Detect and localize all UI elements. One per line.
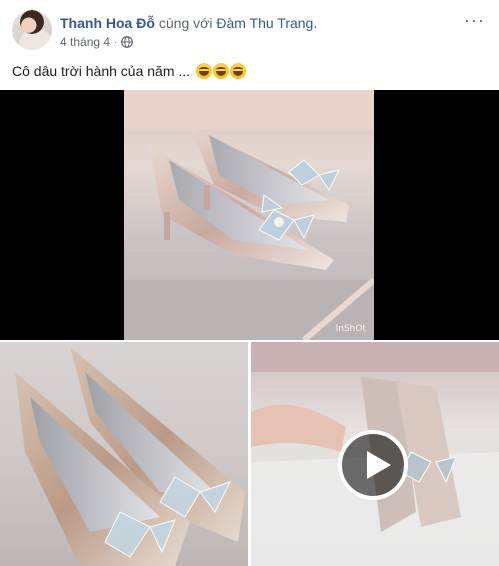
main-media-container: InShOt — [0, 90, 499, 340]
post-caption: Cô dâu trời hành của năm ... — [12, 63, 191, 79]
play-icon[interactable] — [338, 430, 408, 500]
main-photo[interactable]: InShOt — [124, 90, 374, 340]
grinning-sweat-emoji-icon — [230, 63, 247, 79]
shoes-illustration — [124, 90, 374, 340]
tagged-person-link[interactable]: Đàm Thu Trang. — [216, 15, 317, 31]
author-line: Thanh Hoa Đỗ cùng với Đàm Thu Trang. — [60, 14, 317, 32]
more-options-icon[interactable]: ··· — [464, 10, 485, 31]
grinning-sweat-emoji-icon — [213, 63, 230, 79]
inshot-watermark: InShOt — [335, 324, 366, 334]
author-name-link[interactable]: Thanh Hoa Đỗ — [60, 15, 155, 31]
photo-thumbnail[interactable] — [0, 342, 248, 566]
grinning-sweat-emoji-icon — [196, 63, 213, 79]
post-date-link[interactable]: 4 tháng 4 — [60, 35, 110, 49]
avatar[interactable] — [12, 10, 52, 50]
post-text: Cô dâu trời hành của năm ... — [12, 62, 247, 80]
emoji-group — [195, 63, 247, 79]
meta-separator: · — [114, 36, 118, 48]
video-thumbnail[interactable] — [251, 342, 499, 566]
with-text: cùng với — [158, 15, 213, 31]
post-header: Thanh Hoa Đỗ cùng với Đàm Thu Trang. 4 th… — [12, 10, 487, 54]
globe-icon[interactable] — [121, 36, 134, 48]
post-meta: 4 tháng 4 · — [60, 35, 134, 49]
shoes-closeup-illustration — [15, 347, 245, 566]
